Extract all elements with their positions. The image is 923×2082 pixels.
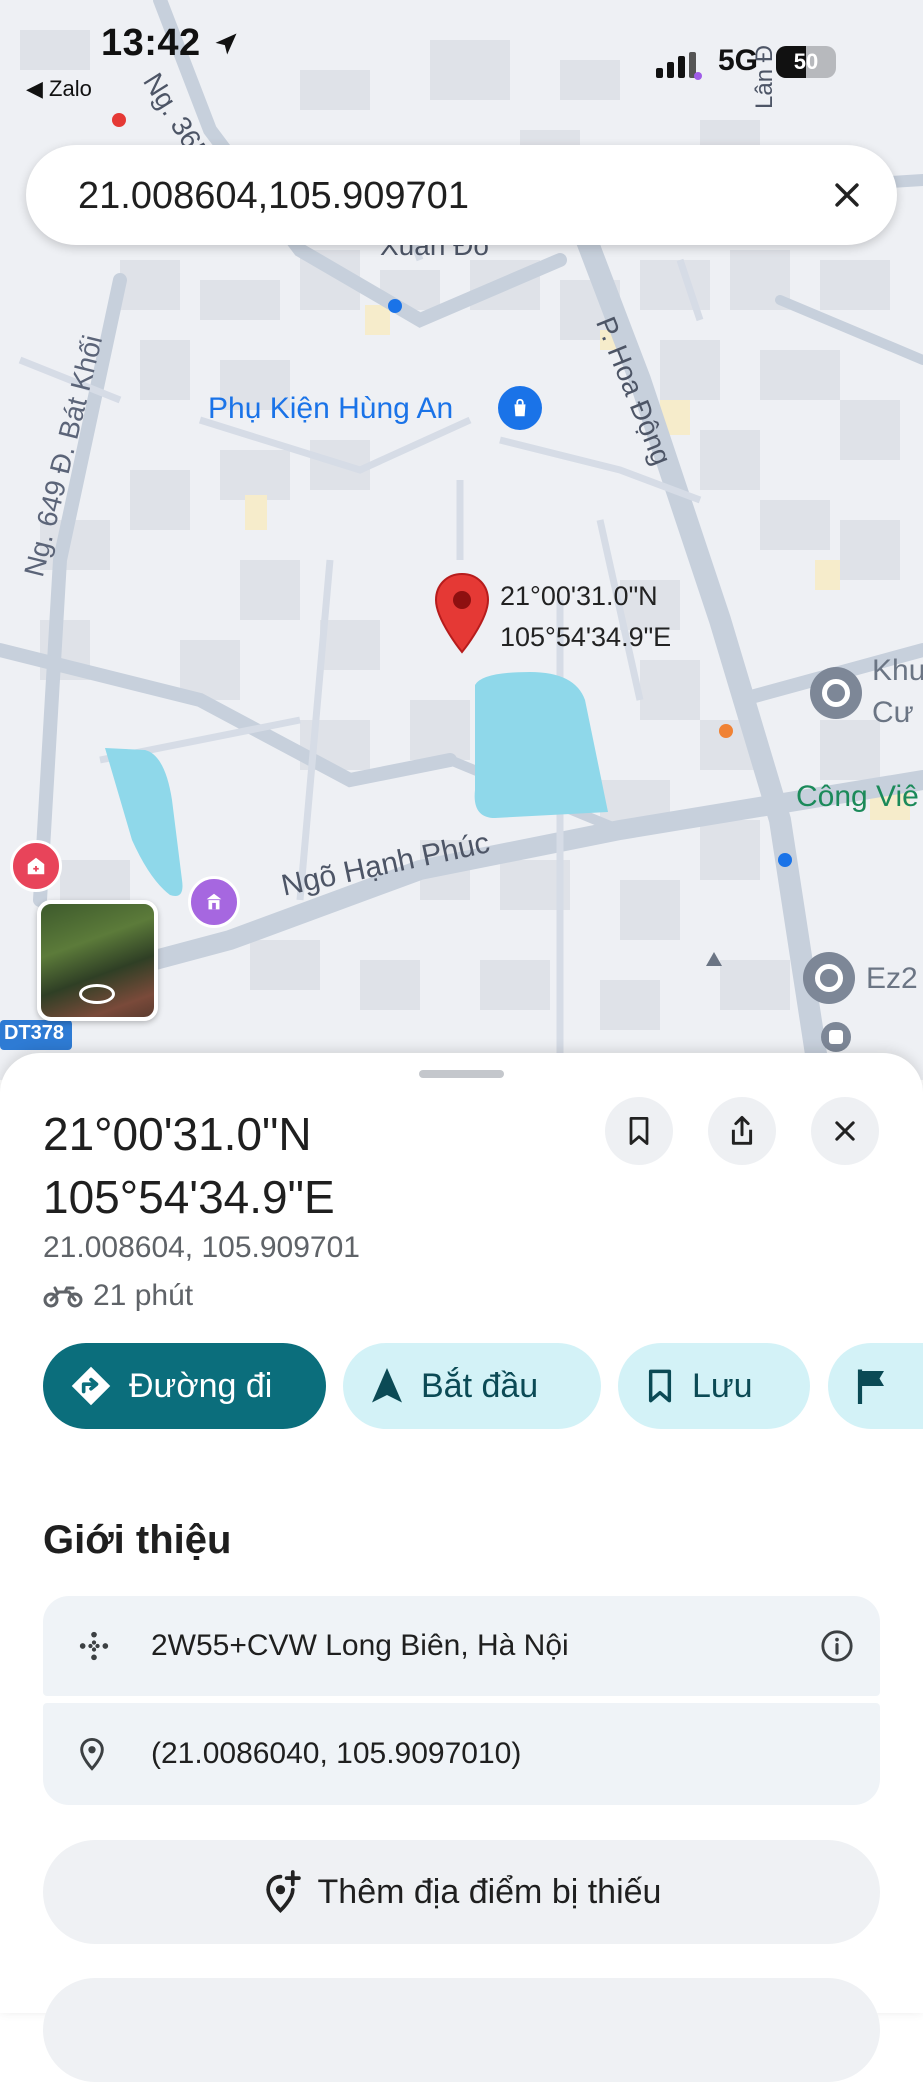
location-pin-icon xyxy=(77,1737,107,1771)
place-coords: 21.008604, 105.909701 xyxy=(43,1231,360,1264)
location-arrow-icon xyxy=(212,30,240,63)
label-flag-button[interactable] xyxy=(828,1343,923,1429)
save-label: Lưu xyxy=(692,1366,753,1405)
map-pin-icon[interactable] xyxy=(433,572,491,656)
hospital-icon[interactable] xyxy=(10,840,62,892)
route-badge: DT378 xyxy=(4,1022,65,1044)
travel-time-text: 21 phút xyxy=(93,1279,194,1312)
plus-code-icon xyxy=(77,1629,111,1663)
place-sheet[interactable]: 21°00'31.0"N 105°54'34.9"E 21.008604, 10… xyxy=(0,1053,923,2082)
add-location-icon xyxy=(265,1870,301,1913)
close-sheet-button[interactable] xyxy=(811,1097,879,1165)
sheet-grabber[interactable] xyxy=(419,1070,504,1078)
save-button[interactable]: Lưu xyxy=(618,1343,810,1429)
place-title-lat: 21°00'31.0"N xyxy=(43,1108,312,1160)
close-icon[interactable] xyxy=(819,167,875,223)
search-query[interactable]: 21.008604,105.909701 xyxy=(78,175,469,218)
directions-button[interactable]: Đường đi xyxy=(43,1343,326,1429)
add-missing-place-label: Thêm địa điểm bị thiếu xyxy=(317,1872,662,1911)
street-view-thumbnail[interactable] xyxy=(37,900,158,1021)
travel-time: 21 phút xyxy=(43,1279,193,1313)
add-missing-place-button[interactable]: Thêm địa điểm bị thiếu xyxy=(43,1840,880,1944)
edge-label-cu: Cư xyxy=(872,696,914,729)
start-navigation-button[interactable]: Bắt đầu xyxy=(343,1343,601,1429)
back-to-app[interactable]: ◀ Zalo xyxy=(26,76,92,102)
search-bar[interactable]: 21.008604,105.909701 xyxy=(26,145,897,245)
rotate-360-icon xyxy=(79,984,115,1004)
close-icon xyxy=(835,1121,855,1141)
battery-level: 50 xyxy=(793,49,819,74)
pin-label-lat: 21°00'31.0"N xyxy=(500,581,658,611)
place-title-lng: 105°54'34.9"E xyxy=(43,1171,335,1223)
plus-code-row[interactable]: 2W55+CVW Long Biên, Hà Nội xyxy=(43,1596,880,1696)
place-icon[interactable] xyxy=(803,952,855,1004)
bus-icon[interactable] xyxy=(821,1022,851,1052)
place-icon[interactable] xyxy=(810,667,862,719)
signal-icon xyxy=(654,52,702,85)
plus-code-text: 2W55+CVW Long Biên, Hà Nội xyxy=(151,1629,569,1662)
edge-label-cong-vien: Công Viê xyxy=(796,780,919,813)
about-heading: Giới thiệu xyxy=(43,1518,232,1562)
edge-label-khu: Khu xyxy=(872,654,923,687)
info-icon[interactable] xyxy=(820,1629,854,1663)
network-type: 5G xyxy=(718,44,759,77)
navigation-arrow-icon xyxy=(369,1366,405,1406)
status-time: 13:42 xyxy=(101,22,201,64)
directions-label: Đường đi xyxy=(129,1366,273,1405)
start-label: Bắt đầu xyxy=(421,1366,539,1405)
directions-icon xyxy=(69,1364,113,1408)
flag-icon xyxy=(854,1366,890,1406)
poi-label-phu-kien[interactable]: Phụ Kiện Hùng An xyxy=(208,392,453,426)
shopping-bag-icon[interactable] xyxy=(498,386,542,430)
precise-coords-text: (21.0086040, 105.9097010) xyxy=(151,1737,522,1770)
pin-label-lng: 105°54'34.9"E xyxy=(500,622,672,652)
pin-label: 21°00'31.0"N 105°54'34.9"E xyxy=(500,576,671,658)
save-bookmark-button[interactable] xyxy=(605,1097,673,1165)
share-icon xyxy=(731,1115,753,1145)
bookmark-icon xyxy=(644,1366,676,1406)
motorbike-icon xyxy=(43,1286,83,1308)
temple-icon[interactable] xyxy=(188,876,240,928)
share-button[interactable] xyxy=(708,1097,776,1165)
map-view[interactable]: Ng. 649 Đ. Bát Khối P. Hoa Động Ngõ Hạnh… xyxy=(0,0,923,1080)
next-action-button[interactable] xyxy=(43,1978,880,2082)
bookmark-icon xyxy=(629,1117,649,1145)
coordinates-row[interactable]: (21.0086040, 105.9097010) xyxy=(43,1703,880,1805)
edge-label-ez2: Ez2 xyxy=(866,962,918,995)
battery-icon: 50 xyxy=(776,46,836,78)
place-title: 21°00'31.0"N 105°54'34.9"E xyxy=(43,1103,335,1229)
